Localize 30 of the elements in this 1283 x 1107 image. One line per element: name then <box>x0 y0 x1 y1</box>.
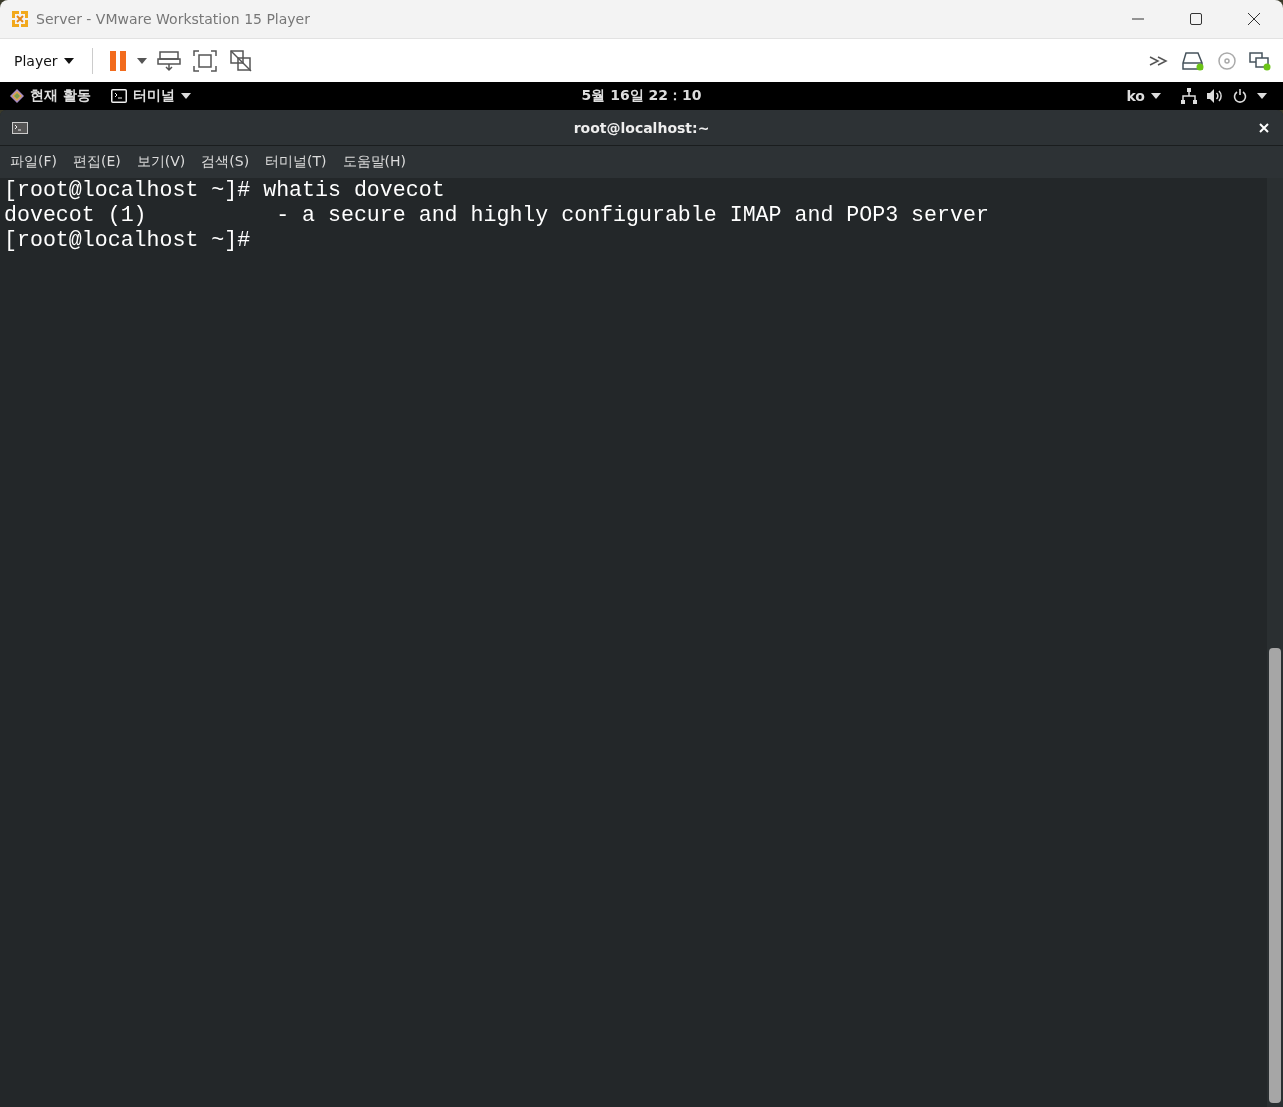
menu-item[interactable]: 파일(F) <box>4 149 63 175</box>
input-method-button[interactable]: ko <box>1116 86 1171 106</box>
caret-icon <box>1257 93 1267 99</box>
power-icon <box>1233 89 1247 103</box>
scrollbar-thumb[interactable] <box>1269 648 1281 1103</box>
terminal-line: [root@localhost ~]# <box>4 228 251 253</box>
caret-icon <box>1151 93 1161 99</box>
terminal-line: dovecot (1) - a secure and highly configurable IMAP and POP3 server <box>4 203 989 228</box>
app-menu-button[interactable]: 터미널 <box>100 85 201 107</box>
terminal-icon <box>110 89 127 103</box>
menu-item[interactable]: 도움말(H) <box>336 149 413 175</box>
scrollbar-track[interactable] <box>1267 178 1283 1107</box>
menu-item[interactable]: 터미널(T) <box>259 149 333 175</box>
menu-item[interactable]: 검색(S) <box>195 149 256 175</box>
terminal-icon <box>12 121 28 134</box>
menu-item[interactable]: 보기(V) <box>130 149 192 175</box>
player-menu-button[interactable]: Player <box>6 46 82 75</box>
activities-button[interactable]: 현재 활동 <box>0 85 101 107</box>
terminal-line: [root@localhost ~]# whatis dovecot <box>4 178 445 203</box>
app-logo-icon <box>10 9 30 29</box>
gnome-logo-icon <box>10 89 24 103</box>
volume-icon <box>1207 89 1223 103</box>
clock-button[interactable]: 5월 16일 22：10 <box>571 85 712 107</box>
caret-icon <box>63 57 74 64</box>
window-title: Server - VMware Workstation 15 Player <box>36 11 310 27</box>
caret-icon <box>180 93 191 99</box>
terminal-title: root@localhost:~ <box>573 119 710 136</box>
network-icon <box>1181 88 1197 104</box>
menu-item[interactable]: 편집(E) <box>67 149 127 175</box>
close-icon[interactable] <box>1259 122 1269 133</box>
